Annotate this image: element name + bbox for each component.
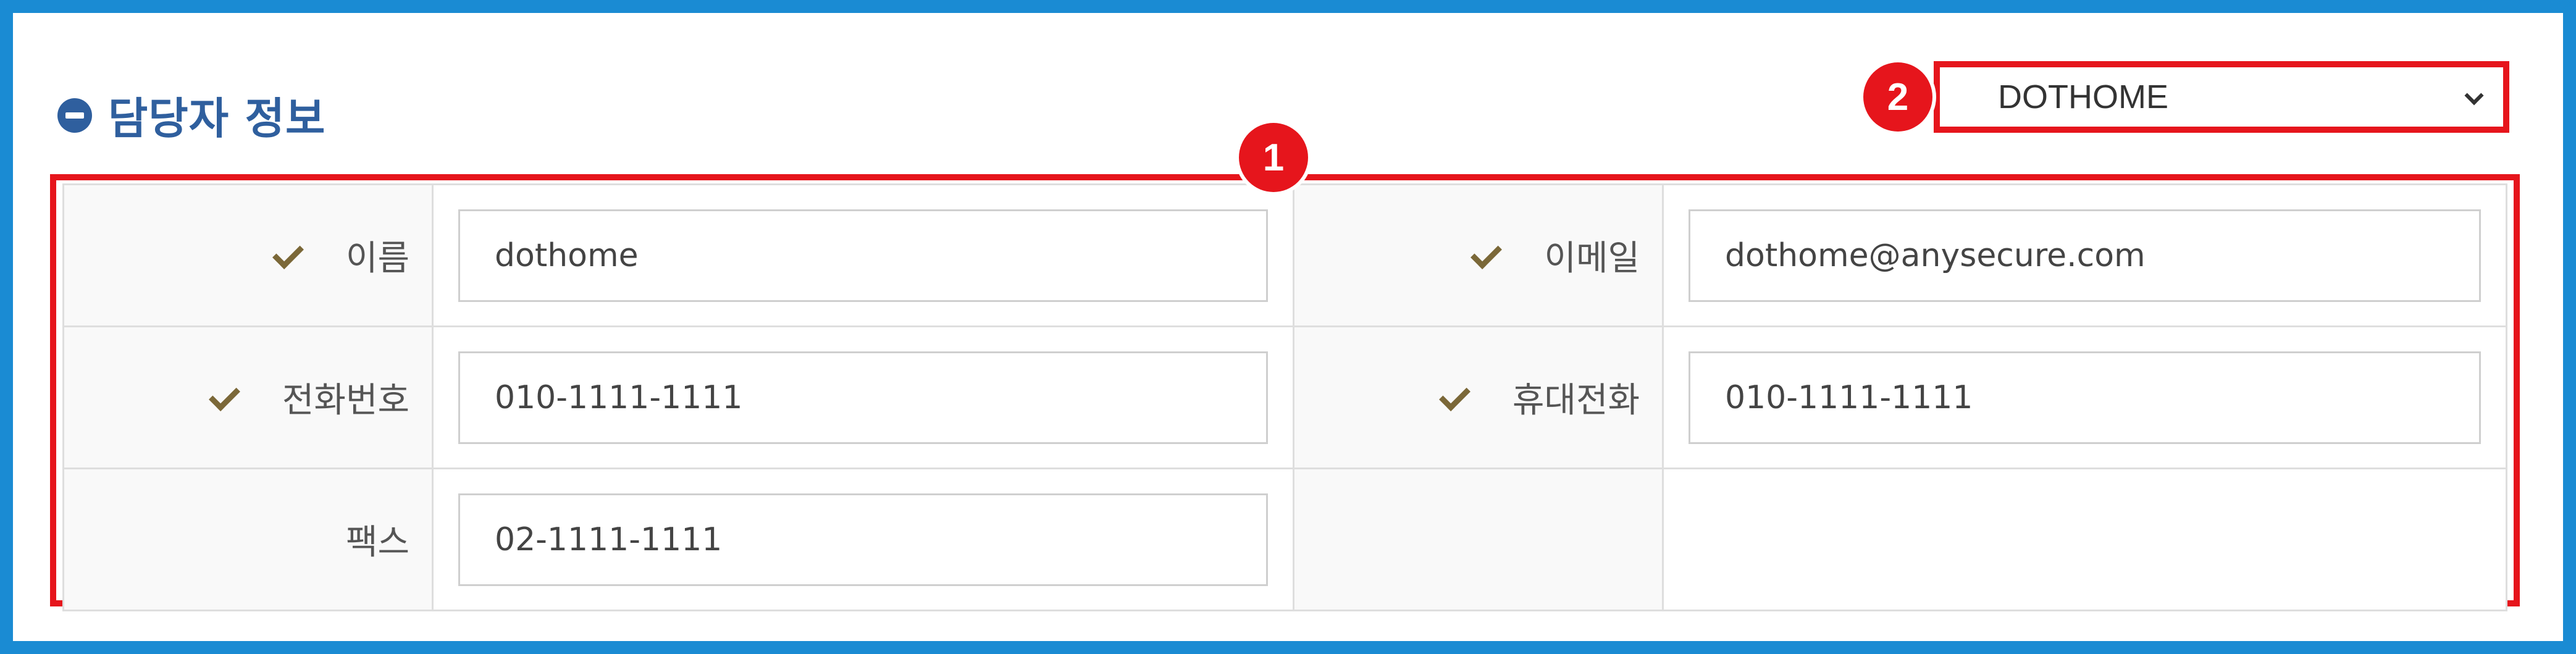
- check-icon: [1438, 380, 1471, 411]
- section-header: 담당자 정보: [57, 84, 325, 146]
- contact-select[interactable]: DOTHOME: [1947, 73, 2496, 120]
- minus-circle-icon[interactable]: [57, 98, 92, 133]
- fax-label: 팩스: [345, 522, 409, 563]
- fax-label-cell: 팩스: [62, 467, 434, 611]
- phone-field[interactable]: [458, 351, 1268, 444]
- form-row: 팩스: [62, 467, 2507, 611]
- fax-field[interactable]: [458, 493, 1268, 586]
- check-icon: [272, 238, 304, 269]
- name-input-cell: [432, 183, 1294, 327]
- email-label: 이메일: [1544, 238, 1640, 279]
- check-icon: [1471, 238, 1503, 269]
- phone-label: 전화번호: [282, 380, 409, 421]
- annotation-badge-2: 2: [1863, 62, 1932, 132]
- email-input-cell: [1662, 183, 2507, 327]
- annotation-box-1: 이름 이메일 전화번호 휴대전: [50, 174, 2520, 611]
- mobile-field[interactable]: [1689, 351, 2481, 444]
- annotation-badge-1: 1: [1239, 123, 1308, 192]
- name-field[interactable]: [458, 209, 1268, 302]
- contact-select-value: DOTHOME: [1998, 78, 2168, 115]
- contact-form-table: 이름 이메일 전화번호 휴대전: [62, 183, 2507, 611]
- form-row: 전화번호 휴대전화: [62, 325, 2507, 469]
- annotation-box-2: DOTHOME: [1934, 61, 2509, 133]
- mobile-label-cell: 휴대전화: [1293, 325, 1664, 469]
- empty-label-cell: [1293, 467, 1664, 611]
- name-label: 이름: [345, 238, 409, 279]
- phone-label-cell: 전화번호: [62, 325, 434, 469]
- section-title: 담당자 정보: [108, 93, 326, 144]
- check-icon: [208, 380, 240, 411]
- form-row: 이름 이메일: [62, 183, 2507, 327]
- phone-input-cell: [432, 325, 1294, 469]
- fax-input-cell: [432, 467, 1294, 611]
- mobile-label: 휴대전화: [1512, 380, 1640, 421]
- name-label-cell: 이름: [62, 183, 434, 327]
- mobile-input-cell: [1662, 325, 2507, 469]
- screenshot-frame: 담당자 정보 DOTHOME 2 이름 이메일: [0, 0, 2576, 654]
- chevron-down-icon: [2464, 86, 2484, 106]
- email-field[interactable]: [1689, 209, 2481, 302]
- email-label-cell: 이메일: [1293, 183, 1664, 327]
- empty-input-cell: [1662, 467, 2507, 611]
